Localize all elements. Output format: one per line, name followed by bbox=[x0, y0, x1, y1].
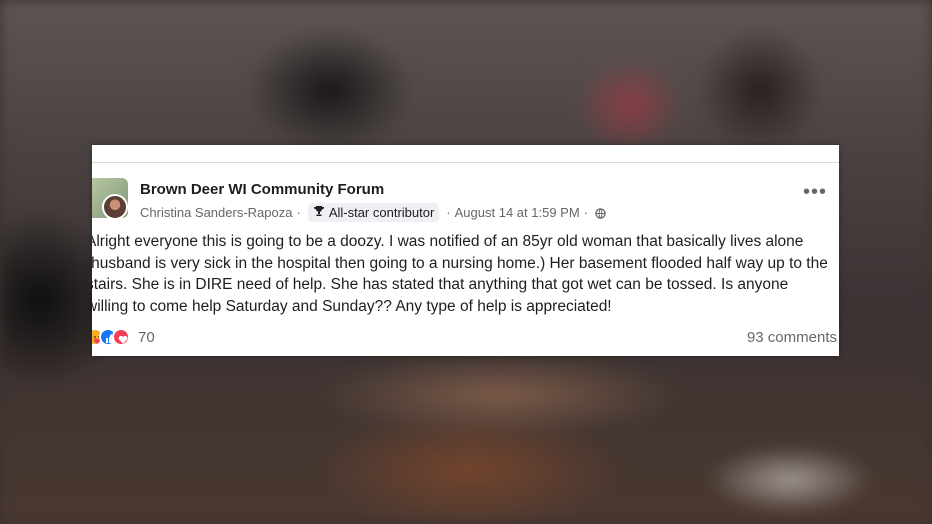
reactions-summary[interactable]: 70 bbox=[92, 328, 155, 346]
reaction-count[interactable]: 70 bbox=[138, 329, 155, 346]
badge-label: All-star contributor bbox=[328, 205, 435, 220]
author-avatar[interactable] bbox=[102, 194, 128, 220]
group-name-link[interactable]: Brown Deer WI Community Forum bbox=[140, 181, 384, 198]
contributor-badge[interactable]: All-star contributor bbox=[307, 203, 440, 222]
meta-separator: · bbox=[296, 205, 301, 220]
love-reaction-icon bbox=[112, 328, 130, 346]
comments-count-link[interactable]: 93 comments bbox=[747, 329, 837, 346]
divider bbox=[92, 162, 839, 163]
post-meta: Christina Sanders-Rapoza · All-star cont… bbox=[140, 203, 606, 222]
more-options-button[interactable]: ••• bbox=[803, 182, 827, 202]
meta-separator: · bbox=[446, 205, 451, 220]
globe-icon bbox=[595, 207, 606, 219]
post-body-text: Alright everyone this is going to be a d… bbox=[92, 233, 828, 315]
meta-separator: · bbox=[583, 205, 589, 220]
post-timestamp-link[interactable]: August 14 at 1:59 PM bbox=[455, 205, 580, 220]
trophy-icon bbox=[313, 205, 325, 220]
facebook-post-card: Brown Deer WI Community Forum Christina … bbox=[92, 145, 839, 356]
author-name-link[interactable]: Christina Sanders-Rapoza bbox=[140, 205, 292, 220]
